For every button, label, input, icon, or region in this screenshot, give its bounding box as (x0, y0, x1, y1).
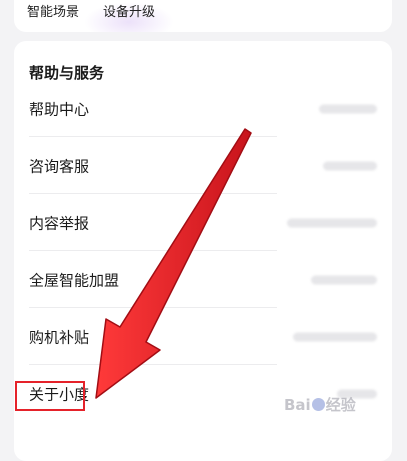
watermark-prefix: Bai (284, 396, 311, 414)
row-divider (29, 136, 277, 137)
section-title: 帮助与服务 (29, 64, 105, 82)
menu-item-content-report[interactable]: 内容举报 (29, 195, 377, 251)
row-divider (29, 250, 277, 251)
menu-item-smart-home-franchise[interactable]: 全屋智能加盟 (29, 252, 377, 308)
row-divider (29, 307, 277, 308)
blurred-value (287, 218, 377, 228)
watermark: Bai 经验 (284, 394, 356, 415)
blurred-value (311, 275, 377, 285)
menu-item-label: 全屋智能加盟 (29, 271, 120, 290)
blurred-value (323, 161, 377, 171)
highlight-box (15, 381, 85, 411)
menu-item-customer-service[interactable]: 咨询客服 (29, 138, 377, 194)
blurred-value (293, 332, 377, 342)
device-upgrade-button[interactable]: 设备升级 (103, 1, 155, 20)
menu-item-label: 帮助中心 (29, 100, 90, 119)
blurred-value (319, 104, 377, 114)
row-divider (29, 193, 277, 194)
menu-item-help-center[interactable]: 帮助中心 (29, 81, 377, 137)
menu-item-label: 购机补贴 (29, 328, 90, 347)
menu-item-purchase-subsidy[interactable]: 购机补贴 (29, 309, 377, 365)
menu-item-label: 咨询客服 (29, 157, 90, 176)
smart-scene-button[interactable]: 智能场景 (27, 1, 79, 20)
watermark-suffix: 经验 (325, 396, 356, 414)
quick-actions-card: 智能场景 设备升级 (14, 0, 392, 32)
row-divider (29, 364, 277, 365)
menu-item-label: 内容举报 (29, 214, 90, 233)
paw-icon (311, 398, 325, 411)
